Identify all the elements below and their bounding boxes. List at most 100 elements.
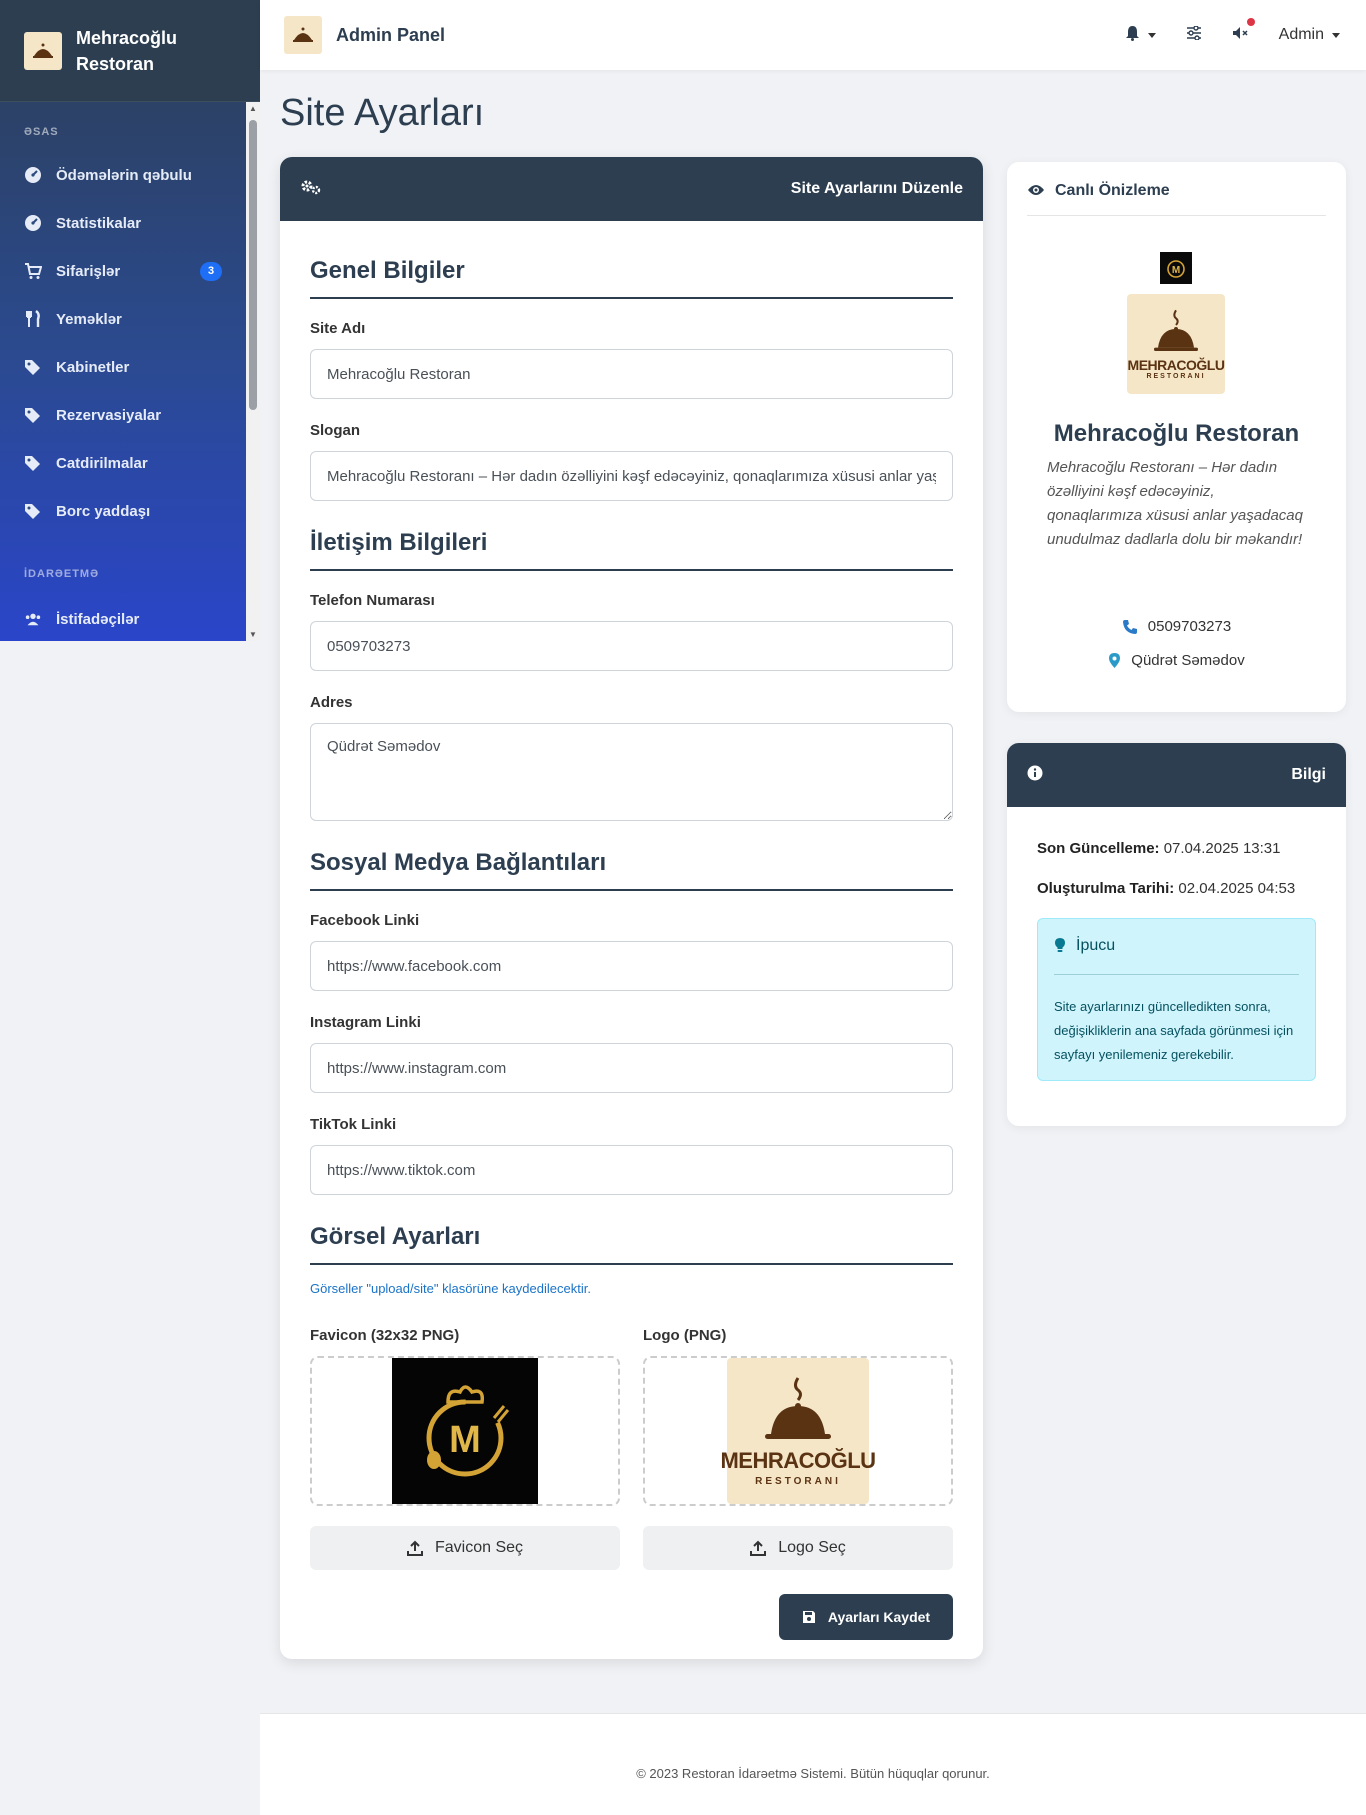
- footer: © 2023 Restoran İdarəetmə Sistemi. Bütün…: [260, 1713, 1366, 1815]
- chevron-down-icon: [1332, 32, 1340, 38]
- visual-upload-note: Görseller "upload/site" klasörüne kayded…: [310, 1281, 591, 1296]
- sidebar: Mehracoğlu Restoran ƏSAS Ödəmələrin qəbu…: [0, 0, 260, 641]
- tags-icon: [24, 406, 42, 424]
- page-title: Site Ayarları: [280, 92, 485, 134]
- favicon-preview-image: M: [392, 1358, 538, 1504]
- dashboard-icon: [24, 214, 42, 232]
- sidebar-section-main: ƏSAS: [24, 126, 59, 138]
- users-icon: [24, 610, 42, 628]
- sidebar-item-deliveries[interactable]: Catdirilmalar: [0, 443, 246, 483]
- preview-slogan: Mehracoğlu Restoranı – Hər dadın özəlliy…: [1047, 459, 1303, 548]
- lightbulb-icon: [1054, 937, 1066, 953]
- dashboard-icon: [24, 166, 42, 184]
- sidebar-item-label: Sifarişlər: [56, 262, 121, 280]
- sound-toggle-button[interactable]: [1232, 17, 1255, 45]
- tip-title: İpucu: [1076, 937, 1116, 954]
- upload-icon: [406, 1540, 423, 1556]
- eye-icon: [1027, 183, 1045, 197]
- sidebar-section-management: İDARƏETMƏ: [24, 568, 100, 580]
- scroll-down-icon[interactable]: ▼: [249, 630, 257, 639]
- info-card-header: Bilgi: [1007, 743, 1346, 807]
- select-favicon-label: Favicon Seç: [434, 1539, 524, 1556]
- tip-header: İpucu: [1054, 937, 1299, 975]
- sidebar-item-label: Borc yaddaşı: [56, 502, 151, 520]
- sidebar-item-meals[interactable]: Yeməklər: [0, 299, 246, 339]
- topbar-logo: [284, 16, 322, 54]
- sidebar-item-label: Rezervasiyalar: [56, 406, 162, 424]
- sidebar-item-debt-notes[interactable]: Borc yaddaşı: [0, 491, 246, 531]
- address-textarea[interactable]: Qüdrət Səmədov: [310, 723, 953, 821]
- mute-icon: [1232, 26, 1249, 45]
- preview-phone-text: 0509703273: [1147, 618, 1232, 635]
- sidebar-item-label: Kabinetler: [56, 358, 130, 376]
- preview-logo-subtitle: RESTORANI: [1146, 372, 1206, 380]
- map-marker-icon: [1108, 652, 1121, 669]
- sidebar-item-users[interactable]: İstifadəçilər: [0, 599, 246, 639]
- phone-input[interactable]: [310, 621, 953, 671]
- section-heading-general: Genel Bilgiler: [310, 257, 953, 299]
- chef-m-logo-icon: M: [426, 1385, 510, 1477]
- info-circle-icon: [1027, 765, 1043, 786]
- sidebar-item-orders[interactable]: Sifarişlər 3: [0, 251, 246, 291]
- live-preview-header: Canlı Önizleme: [1027, 182, 1326, 216]
- logo-label: Logo (PNG): [643, 1327, 727, 1344]
- logo-subtitle: RESTORANI: [755, 1475, 841, 1487]
- preview-logo-wordmark: MEHRACOĞLU: [1127, 356, 1225, 373]
- sidebar-item-statistics[interactable]: Statistikalar: [0, 203, 246, 243]
- logo-dropzone[interactable]: MEHRACOĞLU RESTORANI: [643, 1356, 953, 1506]
- gears-icon: [300, 178, 322, 201]
- save-settings-button[interactable]: Ayarları Kaydet: [779, 1594, 953, 1640]
- settings-sliders-button[interactable]: [1186, 24, 1202, 45]
- slogan-label: Slogan: [310, 422, 361, 439]
- logo-preview-image: MEHRACOĞLU RESTORANI: [720, 1358, 876, 1504]
- favicon-label: Favicon (32x32 PNG): [310, 1327, 460, 1344]
- info-card-title: Bilgi: [1291, 766, 1326, 783]
- scroll-up-icon[interactable]: ▲: [249, 104, 257, 113]
- sidebar-brand[interactable]: Mehracoğlu Restoran: [0, 0, 260, 102]
- info-card: Bilgi Son Güncelleme: 07.04.2025 13:31 O…: [1007, 743, 1346, 1126]
- live-preview-card: Canlı Önizleme M MEHRACOĞLU RESTORANI Me…: [1007, 162, 1346, 712]
- section-heading-social: Sosyal Medya Bağlantıları: [310, 849, 953, 891]
- site-name-input[interactable]: [310, 349, 953, 399]
- preview-address: Qüdrət Səmədov: [1007, 652, 1346, 669]
- site-name-label: Site Adı: [310, 320, 366, 337]
- bell-icon: [1125, 25, 1140, 46]
- section-heading-visual: Görsel Ayarları: [310, 1223, 953, 1265]
- footer-copyright: © 2023 Restoran İdarəetmə Sistemi. Bütün…: [636, 1766, 990, 1781]
- scrollbar-thumb[interactable]: [249, 120, 257, 410]
- settings-form-card: Site Ayarlarını Düzenle Genel Bilgiler S…: [280, 157, 983, 1659]
- sidebar-item-label: Ödəmələrin qəbulu: [56, 166, 192, 184]
- slogan-input[interactable]: [310, 451, 953, 501]
- cart-icon: [24, 262, 42, 280]
- tiktok-input[interactable]: [310, 1145, 953, 1195]
- svg-text:M: M: [1172, 265, 1180, 276]
- preview-favicon: M: [1160, 252, 1192, 284]
- facebook-input[interactable]: [310, 941, 953, 991]
- sidebar-brand-name: Mehracoğlu Restoran: [76, 27, 178, 74]
- select-logo-button[interactable]: Logo Seç: [643, 1526, 953, 1570]
- logo-wordmark: MEHRACOĞLU: [720, 1447, 876, 1473]
- instagram-input[interactable]: [310, 1043, 953, 1093]
- form-card-header: Site Ayarlarını Düzenle: [280, 157, 983, 221]
- tags-icon: [24, 454, 42, 472]
- sidebar-scrollbar[interactable]: ▲ ▼: [246, 102, 260, 641]
- created-date-label: Oluşturulma Tarihi:: [1037, 880, 1175, 897]
- select-favicon-button[interactable]: Favicon Seç: [310, 1526, 620, 1570]
- user-menu[interactable]: Admin: [1279, 26, 1340, 44]
- upload-icon: [750, 1540, 767, 1556]
- tip-alert: İpucu Site ayarlarınızı güncelledikten s…: [1037, 918, 1316, 1081]
- topbar: Admin Panel Admin: [260, 0, 1366, 70]
- phone-icon: [1122, 619, 1138, 635]
- tiktok-label: TikTok Linki: [310, 1116, 397, 1133]
- sidebar-item-cabinets[interactable]: Kabinetler: [0, 347, 246, 387]
- sidebar-item-reservations[interactable]: Rezervasiyalar: [0, 395, 246, 435]
- sidebar-item-payments[interactable]: Ödəmələrin qəbulu: [0, 155, 246, 195]
- preview-logo: MEHRACOĞLU RESTORANI: [1127, 294, 1225, 394]
- notifications-button[interactable]: [1125, 25, 1156, 46]
- section-heading-contact: İletişim Bilgileri: [310, 529, 953, 571]
- svg-text:M: M: [449, 1419, 481, 1461]
- sidebar-item-label: İstifadəçilər: [56, 610, 140, 628]
- favicon-dropzone[interactable]: M: [310, 1356, 620, 1506]
- phone-label: Telefon Numarası: [310, 592, 435, 609]
- facebook-label: Facebook Linki: [310, 912, 420, 929]
